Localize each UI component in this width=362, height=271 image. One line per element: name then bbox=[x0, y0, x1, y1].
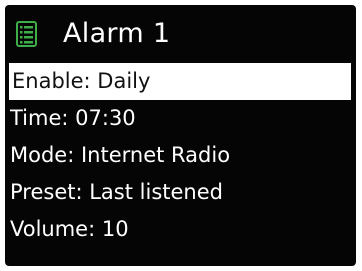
menu-item-label: Mode: Internet Radio bbox=[10, 143, 231, 167]
device-screen: Alarm 1 Enable: Daily Time: 07:30 Mode: … bbox=[5, 5, 356, 266]
menu-item-time[interactable]: Time: 07:30 bbox=[5, 100, 356, 137]
alarm-list-icon bbox=[16, 21, 37, 47]
menu-item-mode[interactable]: Mode: Internet Radio bbox=[5, 137, 356, 174]
menu-item-label: Preset: Last listened bbox=[10, 180, 223, 204]
menu-item-preset[interactable]: Preset: Last listened bbox=[5, 174, 356, 211]
menu-item-label: Enable: Daily bbox=[12, 69, 151, 93]
title-bar: Alarm 1 bbox=[5, 5, 356, 60]
menu-item-label: Volume: 10 bbox=[10, 217, 129, 241]
menu-item-label: Time: 07:30 bbox=[10, 106, 136, 130]
menu-item-volume[interactable]: Volume: 10 bbox=[5, 211, 356, 248]
page-title: Alarm 1 bbox=[63, 18, 171, 49]
menu-item-enable[interactable]: Enable: Daily bbox=[9, 63, 351, 100]
